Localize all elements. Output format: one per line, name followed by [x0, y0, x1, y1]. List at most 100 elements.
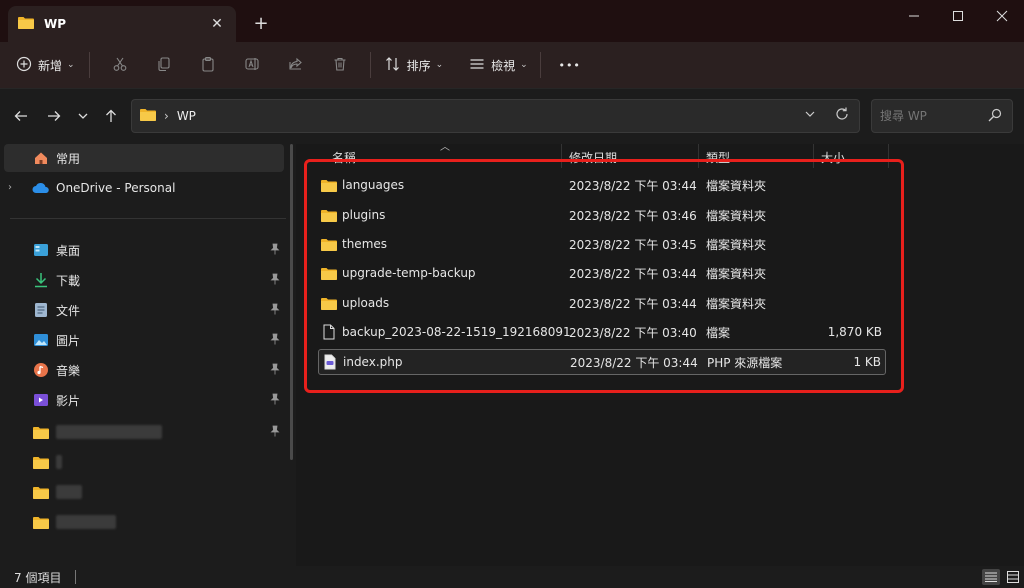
file-type: 檔案資料夾 — [706, 178, 767, 193]
pin-icon[interactable] — [270, 303, 280, 318]
home-icon — [32, 149, 50, 167]
file-type: 檔案資料夾 — [706, 208, 767, 223]
new-tab-button[interactable]: + — [250, 12, 272, 34]
toolbar-divider — [88, 52, 90, 78]
list-item[interactable]: themes 2023/8/22 下午 03:45 檔案資料夾 — [318, 231, 886, 257]
column-size[interactable]: 大小 — [821, 147, 845, 167]
chevron-right-icon: › — [164, 109, 169, 123]
list-item[interactable]: index.php 2023/8/22 下午 03:44 PHP 來源檔案 1 … — [318, 349, 886, 375]
rename-button[interactable] — [230, 49, 274, 81]
forward-button[interactable] — [42, 105, 66, 129]
sidebar-item-folder[interactable] — [4, 478, 284, 506]
delete-button[interactable] — [318, 49, 362, 81]
back-button[interactable] — [9, 105, 33, 129]
search-box[interactable] — [871, 99, 1013, 133]
breadcrumb-wp[interactable]: WP — [177, 109, 196, 123]
sidebar-item-label: 桌面 — [56, 243, 81, 258]
column-name[interactable]: 名稱 — [332, 147, 356, 167]
maximize-button[interactable] — [936, 4, 980, 28]
sidebar-item-label: 文件 — [56, 303, 81, 318]
folder-icon — [319, 235, 339, 253]
new-button[interactable]: 新增 ⌄ — [16, 49, 75, 81]
view-button[interactable]: 檢視 ⌄ — [469, 49, 528, 81]
list-item[interactable]: backup_2023-08-22-1519_192168091... 2023… — [318, 319, 886, 345]
sidebar-item-folder[interactable] — [4, 448, 284, 476]
status-divider — [75, 570, 77, 584]
column-divider[interactable] — [813, 144, 814, 168]
file-date: 2023/8/22 下午 03:45 — [569, 237, 697, 252]
sidebar-item-pictures[interactable]: 圖片 — [4, 326, 284, 354]
file-name: languages — [342, 178, 405, 192]
clipboard-icon — [200, 56, 216, 75]
address-bar[interactable]: › WP — [131, 99, 860, 133]
list-item[interactable]: upgrade-temp-backup 2023/8/22 下午 03:44 檔… — [318, 260, 886, 286]
sidebar-item-downloads[interactable]: 下載 — [4, 266, 284, 294]
sidebar-item-videos[interactable]: 影片 — [4, 386, 284, 414]
more-options-button[interactable]: ••• — [555, 49, 585, 81]
up-button[interactable] — [99, 105, 123, 129]
sidebar-item-label: 下載 — [56, 273, 81, 288]
pin-icon[interactable] — [270, 333, 280, 348]
arrow-left-icon — [14, 109, 28, 126]
share-button[interactable] — [274, 49, 318, 81]
recent-locations-button[interactable] — [71, 105, 95, 129]
paste-button[interactable] — [186, 49, 230, 81]
chevron-down-icon[interactable] — [804, 108, 816, 123]
sidebar-item-folder[interactable] — [4, 508, 284, 536]
chevron-down-icon: ⌄ — [520, 60, 528, 70]
pin-icon[interactable] — [270, 425, 280, 440]
redacted-label — [56, 485, 82, 499]
list-item[interactable]: uploads 2023/8/22 下午 03:44 檔案資料夾 — [318, 290, 886, 316]
list-item[interactable]: plugins 2023/8/22 下午 03:46 檔案資料夾 — [318, 202, 886, 228]
new-label: 新增 — [38, 58, 63, 73]
sidebar-item-desktop[interactable]: 桌面 — [4, 236, 284, 264]
status-bar: 7 個項目 — [0, 566, 1024, 588]
sort-button[interactable]: 排序 ⌄ — [385, 49, 443, 81]
pin-icon[interactable] — [270, 363, 280, 378]
file-type: 檔案 — [706, 325, 731, 340]
cut-button[interactable] — [98, 49, 142, 81]
navigation-pane: 常用 › OneDrive - Personal 桌面 下載 文件 圖片 音樂 … — [0, 144, 296, 566]
chevron-down-icon: ⌄ — [67, 60, 75, 70]
file-type: 檔案資料夾 — [706, 237, 767, 252]
trash-icon — [332, 56, 348, 75]
folder-icon — [319, 206, 339, 224]
pin-icon[interactable] — [270, 273, 280, 288]
close-icon[interactable]: ✕ — [208, 15, 226, 33]
column-date[interactable]: 修改日期 — [569, 147, 617, 167]
folder-icon — [140, 108, 156, 124]
refresh-icon[interactable] — [834, 106, 850, 125]
pin-icon[interactable] — [270, 393, 280, 408]
sidebar-item-pinned-folder[interactable] — [4, 418, 284, 446]
rename-icon — [244, 56, 260, 75]
column-divider[interactable] — [561, 144, 562, 168]
minimize-button[interactable] — [892, 4, 936, 28]
file-list: ︿ 名稱 修改日期 類型 大小 languages 2023/8/22 下午 0… — [296, 142, 1024, 566]
column-divider[interactable] — [888, 144, 889, 168]
sidebar-item-home[interactable]: 常用 — [4, 144, 284, 172]
file-date: 2023/8/22 下午 03:40 — [569, 325, 697, 340]
arrow-right-icon — [47, 109, 61, 126]
arrow-up-icon — [104, 109, 118, 126]
sidebar-item-music[interactable]: 音樂 — [4, 356, 284, 384]
desktop-icon — [32, 241, 50, 259]
details-view-button[interactable] — [982, 569, 1000, 585]
file-name: backup_2023-08-22-1519_192168091... — [342, 325, 570, 339]
copy-button[interactable] — [142, 49, 186, 81]
pin-icon[interactable] — [270, 243, 280, 258]
sidebar-item-label: 常用 — [56, 151, 81, 166]
toolbar-divider — [539, 52, 541, 78]
cloud-icon — [32, 179, 50, 197]
tab-wp[interactable]: WP ✕ — [8, 6, 236, 42]
file-icon — [319, 323, 339, 341]
column-type[interactable]: 類型 — [706, 147, 730, 167]
sidebar-scrollbar[interactable] — [290, 144, 293, 460]
sidebar-item-label: OneDrive - Personal — [56, 181, 176, 195]
large-icons-view-button[interactable] — [1004, 569, 1022, 585]
list-item[interactable]: languages 2023/8/22 下午 03:44 檔案資料夾 — [318, 172, 886, 198]
column-divider[interactable] — [698, 144, 699, 168]
sidebar-item-onedrive[interactable]: OneDrive - Personal — [4, 174, 284, 202]
search-input[interactable] — [880, 109, 980, 123]
close-window-button[interactable] — [980, 4, 1024, 28]
sidebar-item-documents[interactable]: 文件 — [4, 296, 284, 324]
